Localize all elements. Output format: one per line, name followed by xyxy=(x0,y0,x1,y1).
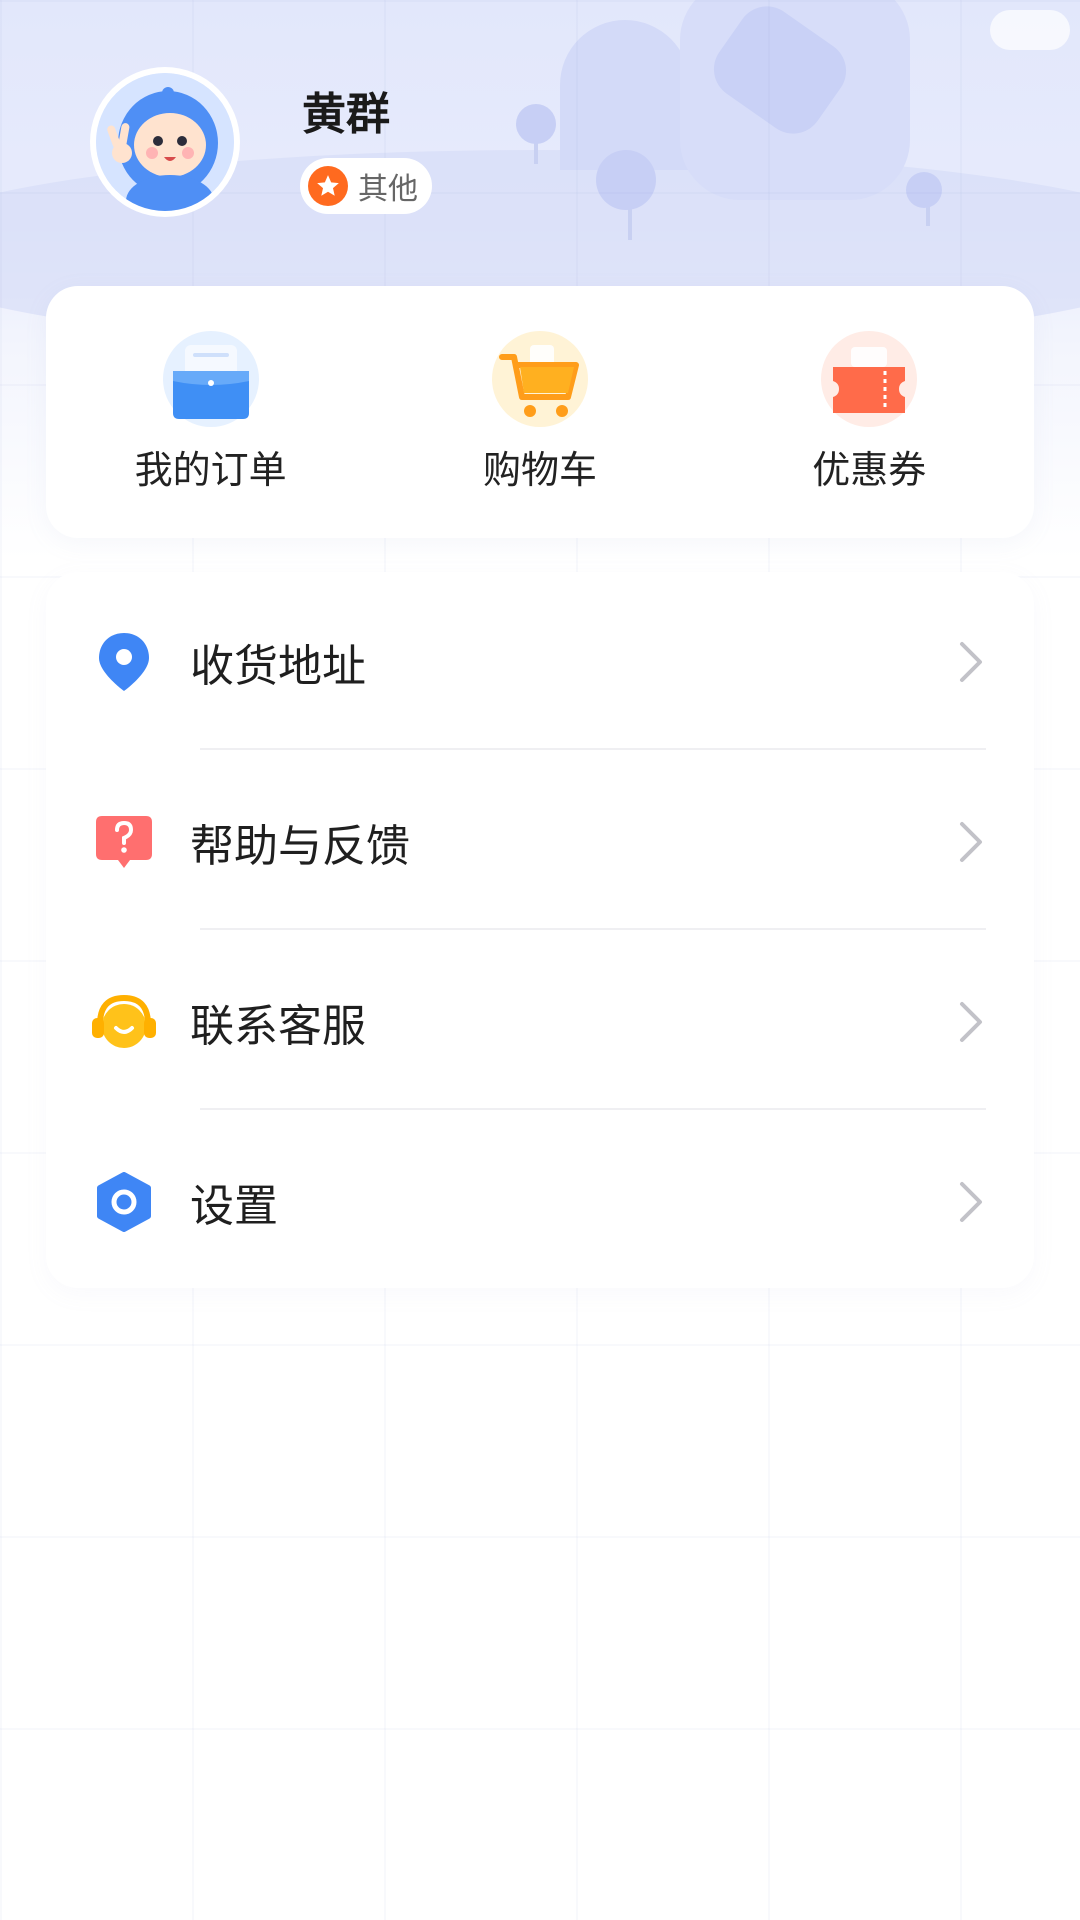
divider xyxy=(200,928,986,930)
menu-item-customer-service[interactable]: 联系客服 xyxy=(46,932,1034,1112)
avatar[interactable] xyxy=(90,67,240,217)
location-pin-icon xyxy=(90,628,158,696)
quick-action-cart-label: 购物车 xyxy=(482,447,597,492)
divider xyxy=(200,748,986,750)
star-icon xyxy=(308,166,348,206)
settings-icon xyxy=(90,1168,158,1236)
member-badge: 其他 xyxy=(300,158,432,214)
chevron-right-icon xyxy=(960,1002,982,1042)
quick-actions-card: 我的订单 购物车 优惠券 xyxy=(46,286,1034,538)
coupon-ticket-icon xyxy=(821,330,918,427)
quick-action-orders[interactable]: 我的订单 xyxy=(81,330,341,494)
menu-item-help-feedback[interactable]: 帮助与反馈 xyxy=(46,752,1034,932)
menu-item-address[interactable]: 收货地址 xyxy=(46,572,1034,752)
member-badge-label: 其他 xyxy=(358,172,418,207)
quick-action-cart[interactable]: 购物车 xyxy=(410,330,670,494)
menu-item-address-label: 收货地址 xyxy=(190,641,366,692)
help-question-icon xyxy=(90,808,158,876)
menu-item-customer-service-label: 联系客服 xyxy=(190,1001,366,1052)
user-name: 黄群 xyxy=(302,89,390,140)
shopping-cart-icon xyxy=(491,330,588,427)
menu-item-settings[interactable]: 设置 xyxy=(46,1112,1034,1292)
quick-action-orders-label: 我的订单 xyxy=(134,447,287,492)
divider xyxy=(200,1108,986,1110)
order-folder-icon xyxy=(162,330,259,427)
quick-action-coupons[interactable]: 优惠券 xyxy=(739,330,999,494)
menu-item-help-feedback-label: 帮助与反馈 xyxy=(190,821,410,872)
headset-icon xyxy=(90,988,158,1056)
quick-action-coupons-label: 优惠券 xyxy=(812,447,927,492)
chevron-right-icon xyxy=(960,1182,982,1222)
avatar-image xyxy=(96,73,234,211)
chevron-right-icon xyxy=(960,642,982,682)
menu-list-card: 收货地址 帮助与反馈 联系客服 设置 xyxy=(46,572,1034,1288)
chevron-right-icon xyxy=(960,822,982,862)
menu-item-settings-label: 设置 xyxy=(190,1181,278,1232)
